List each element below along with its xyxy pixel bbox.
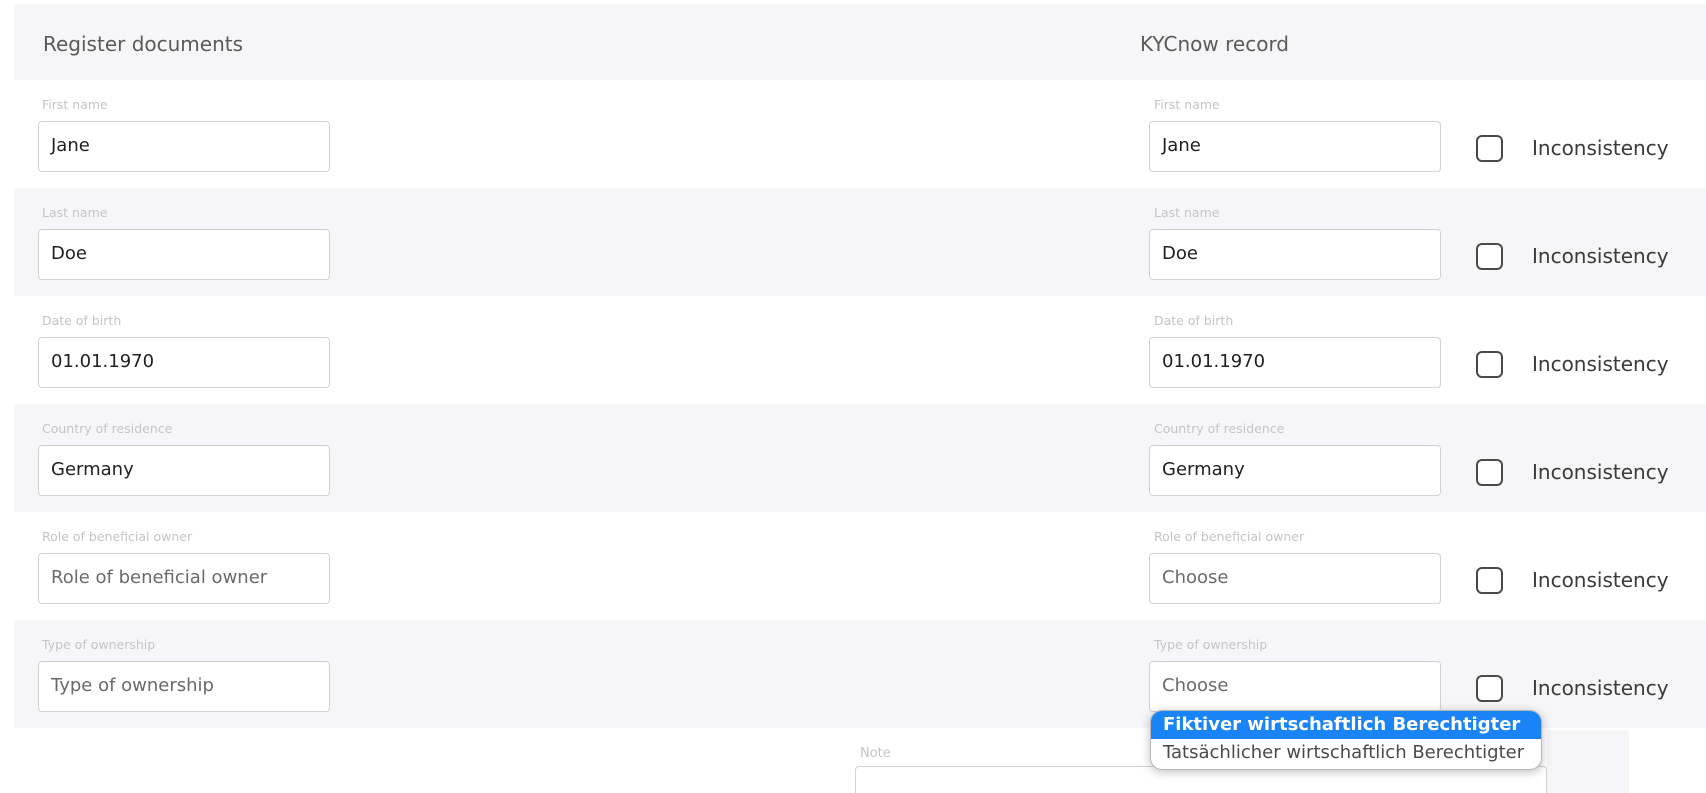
- role-select-right[interactable]: Choose: [1149, 553, 1441, 604]
- country-input-right[interactable]: Germany: [1149, 445, 1441, 496]
- ownership-label-left: Type of ownership: [42, 637, 156, 652]
- last-name-input-left[interactable]: Doe: [38, 229, 330, 280]
- first-name-label-left: First name: [42, 97, 108, 112]
- date-of-birth-input-left[interactable]: 01.01.1970: [38, 337, 330, 388]
- dropdown-option-tatsaechlicher[interactable]: Tatsächlicher wirtschaftlich Berechtigte…: [1151, 739, 1541, 767]
- kycnow-record-title: KYCnow record: [1140, 32, 1290, 56]
- date-of-birth-input-right[interactable]: 01.01.1970: [1149, 337, 1441, 388]
- first-name-inconsistency-checkbox[interactable]: [1476, 135, 1503, 162]
- ownership-select-right[interactable]: Choose: [1149, 661, 1441, 712]
- row-last-name: Last name Doe Last name Doe Inconsistenc…: [14, 188, 1706, 296]
- note-side-panel: [1547, 730, 1629, 793]
- note-label: Note: [860, 746, 891, 761]
- role-inconsistency-checkbox[interactable]: [1476, 567, 1503, 594]
- row-first-name: First name Jane First name Jane Inconsis…: [14, 80, 1706, 188]
- row-role-of-beneficial-owner: Role of beneficial owner Role of benefic…: [14, 512, 1706, 620]
- date-of-birth-inconsistency-label: Inconsistency: [1532, 352, 1669, 376]
- role-input-left[interactable]: Role of beneficial owner: [38, 553, 330, 604]
- ownership-label-right: Type of ownership: [1154, 637, 1268, 652]
- last-name-input-right[interactable]: Doe: [1149, 229, 1441, 280]
- country-inconsistency-checkbox[interactable]: [1476, 459, 1503, 486]
- date-of-birth-label-left: Date of birth: [42, 313, 122, 328]
- first-name-inconsistency-label: Inconsistency: [1532, 136, 1669, 160]
- first-name-label-right: First name: [1154, 97, 1220, 112]
- last-name-label-left: Last name: [42, 205, 108, 220]
- role-inconsistency-label: Inconsistency: [1532, 568, 1669, 592]
- country-label-right: Country of residence: [1154, 421, 1285, 436]
- role-label-left: Role of beneficial owner: [42, 529, 193, 544]
- last-name-inconsistency-label: Inconsistency: [1532, 244, 1669, 268]
- role-label-right: Role of beneficial owner: [1154, 529, 1305, 544]
- ownership-inconsistency-checkbox[interactable]: [1476, 675, 1503, 702]
- ownership-input-left[interactable]: Type of ownership: [38, 661, 330, 712]
- country-inconsistency-label: Inconsistency: [1532, 460, 1669, 484]
- section-header: Register documents KYCnow record: [14, 4, 1706, 80]
- ownership-inconsistency-label: Inconsistency: [1532, 676, 1669, 700]
- last-name-label-right: Last name: [1154, 205, 1220, 220]
- date-of-birth-inconsistency-checkbox[interactable]: [1476, 351, 1503, 378]
- country-label-left: Country of residence: [42, 421, 173, 436]
- date-of-birth-label-right: Date of birth: [1154, 313, 1234, 328]
- register-documents-title: Register documents: [43, 32, 244, 56]
- row-date-of-birth: Date of birth 01.01.1970 Date of birth 0…: [14, 296, 1706, 404]
- last-name-inconsistency-checkbox[interactable]: [1476, 243, 1503, 270]
- ownership-dropdown-list[interactable]: Fiktiver wirtschaftlich Berechtigter Tat…: [1150, 710, 1542, 770]
- first-name-input-right[interactable]: Jane: [1149, 121, 1441, 172]
- first-name-input-left[interactable]: Jane: [38, 121, 330, 172]
- dropdown-option-fiktiver[interactable]: Fiktiver wirtschaftlich Berechtigter: [1151, 711, 1541, 739]
- row-country-of-residence: Country of residence Germany Country of …: [14, 404, 1706, 512]
- country-input-left[interactable]: Germany: [38, 445, 330, 496]
- note-textarea[interactable]: [855, 766, 1547, 793]
